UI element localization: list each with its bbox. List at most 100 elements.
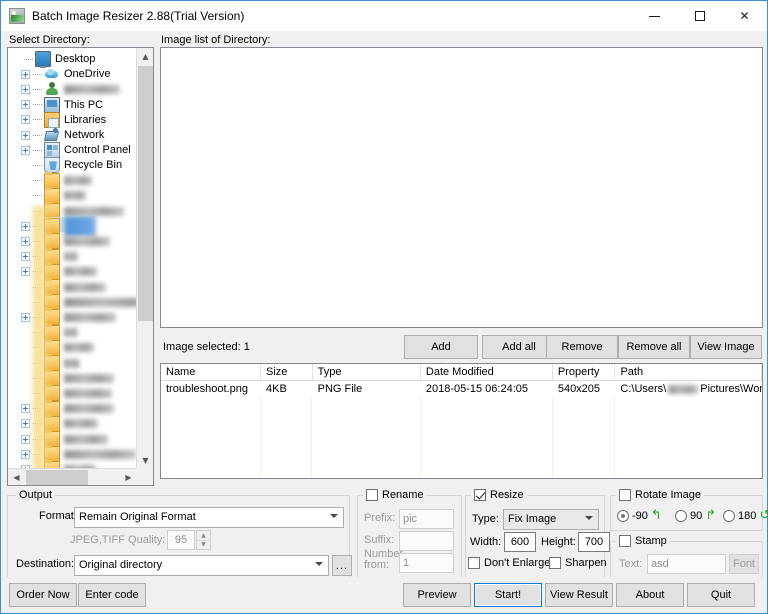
tree-expand-icon[interactable]	[21, 69, 30, 79]
tree-item[interactable]: Recycle Bin	[21, 157, 122, 174]
tree-item[interactable]: Network	[21, 127, 104, 143]
dont-enlarge-checkbox[interactable]	[468, 557, 480, 569]
table-empty-cell	[312, 449, 421, 466]
tree-expand-icon[interactable]	[21, 434, 30, 444]
tree-vertical-scrollbar[interactable]: ▲ ▼	[136, 48, 153, 469]
enter-code-button[interactable]: Enter code	[78, 583, 146, 607]
tree-item[interactable]	[21, 81, 120, 97]
rotate-90-radio[interactable]	[675, 509, 687, 522]
add-all-button[interactable]: Add all	[482, 335, 556, 359]
close-button[interactable]: ✕	[722, 1, 767, 31]
height-input[interactable]: 700	[578, 532, 610, 552]
sharpen-checkbox[interactable]	[549, 557, 561, 569]
rotate-label: Rotate Image	[635, 489, 702, 501]
jpeg-quality-stepper[interactable]: ▲ ▼	[196, 530, 211, 550]
table-empty-cell	[553, 398, 616, 415]
maximize-button[interactable]	[677, 1, 722, 31]
suffix-input[interactable]	[399, 531, 454, 551]
stamp-checkbox[interactable]	[619, 535, 631, 547]
stamp-font-button[interactable]: Font	[729, 554, 759, 574]
view-image-button[interactable]: View Image	[690, 335, 762, 359]
redacted-label	[64, 404, 114, 414]
tree-item[interactable]	[21, 171, 92, 189]
remove-all-button[interactable]: Remove all	[618, 335, 690, 359]
tree-expand-icon[interactable]	[21, 312, 30, 322]
scroll-right-icon[interactable]: ▶	[120, 469, 137, 485]
column-header[interactable]: Name	[161, 364, 262, 380]
order-now-button[interactable]: Order Now	[9, 583, 77, 607]
tree-expand-icon[interactable]	[21, 130, 30, 140]
resize-checkbox[interactable]	[474, 489, 486, 501]
table-empty-cell	[553, 466, 616, 478]
tree-item[interactable]: OneDrive	[21, 66, 110, 82]
scroll-left-icon[interactable]: ◀	[8, 469, 25, 485]
rotate-option-90[interactable]: 90 ↱	[675, 509, 716, 522]
resize-type-select[interactable]: Fix Image	[503, 509, 599, 530]
rotate-minus90-radio[interactable]	[617, 509, 629, 522]
tree-expand-icon[interactable]	[21, 449, 30, 459]
destination-browse-button[interactable]: ...	[332, 555, 352, 576]
rotate-180-icon: ↺	[759, 508, 768, 523]
rename-checkbox[interactable]	[366, 489, 378, 501]
file-table[interactable]: Name Size Type Date Modified Property Path tr…	[160, 363, 763, 479]
image-list-panel[interactable]	[160, 47, 763, 328]
width-input[interactable]: 600	[504, 532, 536, 552]
tree-expand-icon[interactable]	[21, 252, 30, 262]
remove-button[interactable]: Remove	[546, 335, 618, 359]
about-button[interactable]: About	[616, 583, 684, 607]
tree-item[interactable]: Libraries	[21, 111, 106, 128]
tree-hscroll-thumb[interactable]	[26, 470, 88, 485]
rotate-180-radio[interactable]	[723, 509, 735, 522]
format-select[interactable]: Remain Original Format	[74, 507, 344, 528]
add-button[interactable]: Add	[404, 335, 478, 359]
number-from-input[interactable]: 1	[399, 553, 454, 573]
redacted-label	[64, 236, 110, 246]
sharpen-option[interactable]: Sharpen	[549, 557, 607, 569]
file-table-body[interactable]: troubleshoot.png 4KB PNG File 2018-05-15 06…	[161, 381, 762, 478]
column-header[interactable]: Size	[261, 364, 313, 380]
column-header[interactable]: Property	[553, 364, 616, 380]
redacted-label	[64, 449, 136, 459]
rotate-checkbox[interactable]	[619, 489, 631, 501]
tree-expand-icon[interactable]	[21, 236, 30, 246]
tree-horizontal-scrollbar[interactable]: ◀ ▶	[8, 468, 137, 485]
quit-button[interactable]: Quit	[687, 583, 755, 607]
tree-expand-icon[interactable]	[21, 84, 30, 94]
table-row[interactable]: troubleshoot.png 4KB PNG File 2018-05-15 06…	[161, 381, 762, 398]
scroll-up-icon[interactable]: ▲	[137, 48, 153, 65]
tree-expand-icon[interactable]	[21, 419, 30, 429]
start-button[interactable]: Start!	[474, 583, 542, 607]
stamp-text-input[interactable]: asd	[647, 554, 726, 574]
stepper-up-icon[interactable]: ▲	[197, 531, 210, 541]
prefix-input[interactable]: pic	[399, 509, 454, 529]
tree-scroll-thumb[interactable]	[138, 66, 153, 321]
column-header[interactable]: Path	[615, 364, 762, 380]
tree-expand-icon[interactable]	[21, 267, 30, 277]
stepper-down-icon[interactable]: ▼	[197, 541, 210, 550]
rotate-option-180[interactable]: 180 ↺	[723, 509, 768, 522]
directory-tree-items[interactable]: Desktop OneDrive This PC Libraries Network Co…	[8, 48, 137, 469]
tree-expand-icon[interactable]	[21, 115, 30, 125]
column-header[interactable]: Date Modified	[421, 364, 553, 380]
directory-tree[interactable]: Desktop OneDrive This PC Libraries Network Co…	[7, 47, 154, 486]
rotate-option-minus90[interactable]: -90 ↰	[617, 509, 662, 522]
tree-item[interactable]: Control Panel	[21, 142, 131, 159]
scroll-down-icon[interactable]: ▼	[137, 452, 153, 469]
tree-expand-icon[interactable]	[21, 100, 30, 110]
tree-expand-icon[interactable]	[21, 404, 30, 414]
jpeg-quality-input[interactable]: 95	[167, 530, 195, 550]
onedrive-icon	[44, 66, 60, 82]
tree-item[interactable]: This PC	[21, 96, 103, 113]
tree-expand-icon[interactable]	[21, 145, 30, 155]
destination-select[interactable]: Original directory	[74, 555, 329, 576]
tree-item[interactable]	[21, 338, 94, 356]
tree-item[interactable]: Desktop	[12, 51, 95, 68]
column-header[interactable]: Type	[313, 364, 421, 380]
preview-button[interactable]: Preview	[403, 583, 471, 607]
view-result-button[interactable]: View Result	[545, 583, 613, 607]
tree-expand-icon[interactable]	[21, 221, 30, 231]
minimize-button[interactable]	[632, 1, 677, 31]
dont-enlarge-option[interactable]: Don't Enlarge	[468, 557, 550, 569]
tree-item[interactable]	[21, 186, 86, 204]
